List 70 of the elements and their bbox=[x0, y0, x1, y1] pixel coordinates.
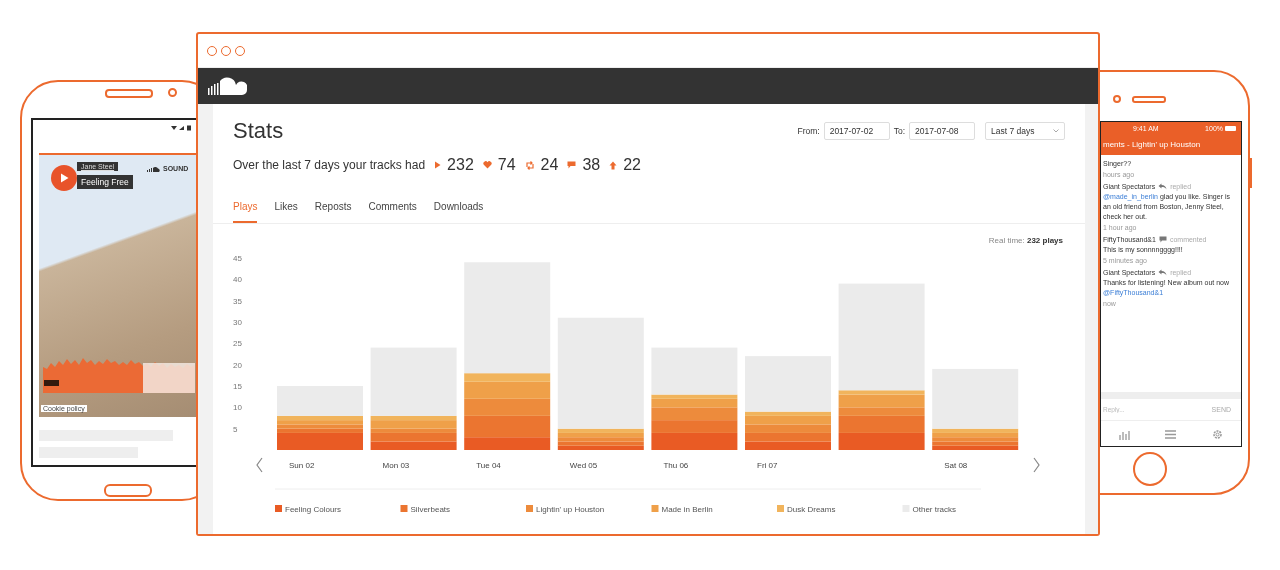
speaker-slot bbox=[1132, 96, 1166, 103]
axis-tick-label: 25 bbox=[233, 339, 242, 349]
play-icon bbox=[59, 173, 69, 183]
stats-tab[interactable]: Reposts bbox=[314, 200, 352, 223]
comment-icon bbox=[567, 161, 577, 169]
axis-tick-label: 10 bbox=[233, 403, 242, 413]
axis-label: Mon 03 bbox=[382, 461, 410, 470]
cloud-icon bbox=[147, 165, 161, 172]
track-title: Feeling Free bbox=[77, 175, 133, 189]
repost-icon bbox=[524, 160, 535, 170]
from-date-field[interactable]: 2017-07-02 bbox=[823, 122, 890, 140]
legend-label: Lightin' up Houston bbox=[536, 505, 605, 514]
axis-tick-label: 45 bbox=[233, 254, 242, 263]
stat-count: 22 bbox=[623, 156, 641, 174]
legend-label: Other tracks bbox=[912, 505, 957, 514]
legend-swatch bbox=[651, 505, 659, 512]
home-button[interactable] bbox=[104, 484, 152, 497]
cloud-logo-icon[interactable] bbox=[208, 77, 247, 95]
play-icon bbox=[434, 161, 442, 169]
to-label: To: bbox=[893, 126, 905, 136]
stat-count: 232 bbox=[447, 156, 474, 174]
speaker-slot bbox=[105, 89, 153, 98]
stats-tab[interactable]: Likes bbox=[274, 200, 298, 223]
legend-swatch bbox=[275, 505, 282, 512]
axis-label: Thu 06 bbox=[663, 461, 689, 470]
axis-label: Tue 04 bbox=[476, 461, 501, 470]
stats-tab[interactable]: Downloads bbox=[433, 200, 484, 223]
axis-tick-label: 30 bbox=[233, 318, 242, 327]
legend-label: Silverbeats bbox=[410, 505, 451, 514]
heart-icon bbox=[482, 161, 492, 169]
reply-icon bbox=[1158, 183, 1168, 190]
comments-title: ments - Lightin' up Houston bbox=[1103, 140, 1202, 149]
stats-tab[interactable]: Comments bbox=[368, 200, 417, 223]
download-icon bbox=[609, 160, 618, 170]
axis-label: Sun 02 bbox=[289, 461, 315, 470]
status-icons bbox=[171, 125, 193, 131]
stats-icon[interactable] bbox=[1118, 429, 1130, 440]
legend-label: Dusk Dreams bbox=[787, 505, 836, 514]
caret-icon bbox=[1053, 129, 1059, 133]
legend-swatch bbox=[526, 505, 533, 512]
legend-swatch bbox=[400, 505, 408, 512]
summary-text: Over the last 7 days your tracks had bbox=[233, 158, 426, 172]
reply-icon bbox=[1158, 269, 1168, 276]
axis-tick-label: 35 bbox=[233, 296, 242, 306]
page-title: Stats bbox=[233, 118, 284, 144]
battery-icon bbox=[1225, 126, 1237, 131]
stat-count: 74 bbox=[497, 156, 516, 174]
axis-tick-label: 15 bbox=[233, 382, 242, 391]
axis-tick-label: 40 bbox=[233, 275, 242, 285]
legend-swatch bbox=[777, 505, 784, 512]
stat-count: 38 bbox=[582, 156, 601, 174]
settings-icon[interactable] bbox=[1212, 429, 1224, 440]
comment-icon bbox=[1158, 236, 1167, 243]
stat-count: 24 bbox=[540, 156, 559, 174]
list-icon[interactable] bbox=[1165, 430, 1177, 439]
home-button[interactable] bbox=[1133, 452, 1167, 486]
camera-dot bbox=[168, 88, 177, 97]
play-button[interactable] bbox=[51, 165, 77, 191]
range-dropdown[interactable]: Last 7 days bbox=[985, 122, 1065, 140]
legend-label: Feeling Colours bbox=[285, 505, 342, 514]
camera-dot bbox=[1113, 95, 1121, 103]
axis-tick-label: 5 bbox=[233, 424, 238, 434]
from-label: From: bbox=[797, 126, 820, 136]
axis-tick-label: 20 bbox=[233, 360, 242, 370]
legend-label: Made in Berlin bbox=[661, 505, 713, 514]
axis-label: Wed 05 bbox=[569, 461, 598, 470]
axis-label: Fri 07 bbox=[757, 461, 778, 470]
to-date-field[interactable]: 2017-07-08 bbox=[909, 122, 975, 140]
axis-label: Sat 08 bbox=[944, 461, 968, 470]
realtime-plays: Real time: 232 plays bbox=[988, 235, 1064, 245]
